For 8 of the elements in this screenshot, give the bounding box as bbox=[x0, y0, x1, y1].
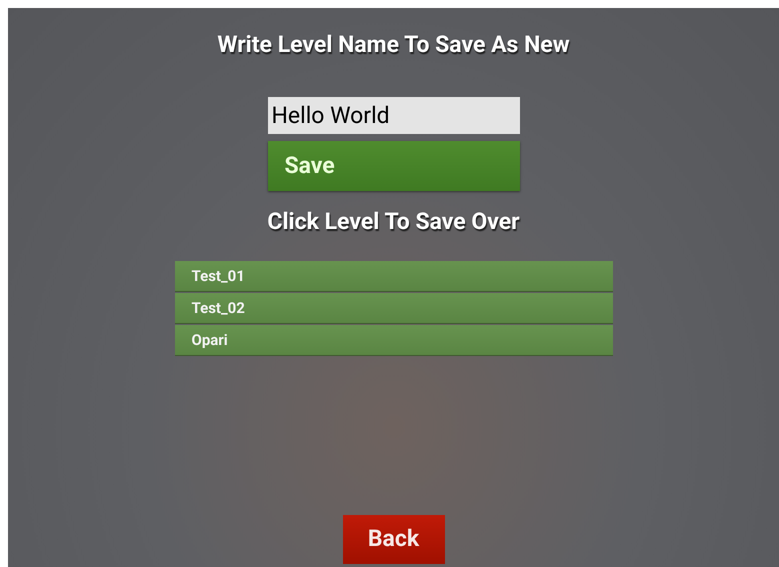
level-item[interactable]: Test_02 bbox=[174, 293, 612, 324]
level-name-field[interactable]: Hello World bbox=[268, 97, 520, 134]
save-button[interactable]: Save bbox=[268, 141, 520, 191]
level-item[interactable]: Test_01 bbox=[174, 261, 612, 292]
level-item[interactable]: Opari bbox=[174, 325, 612, 356]
screen-title: Write Level Name To Save As New bbox=[217, 31, 570, 59]
back-button[interactable]: Back bbox=[342, 515, 444, 564]
list-heading: Click Level To Save Over bbox=[267, 208, 520, 236]
